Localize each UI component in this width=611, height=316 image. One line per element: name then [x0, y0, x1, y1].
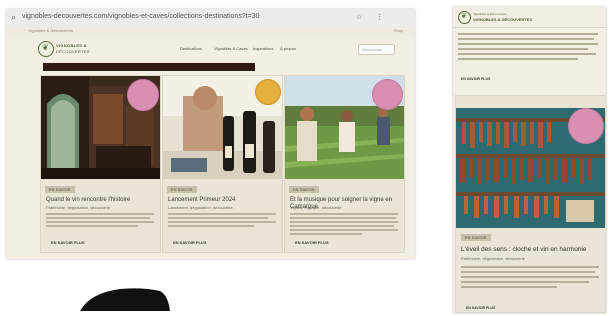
nav-item-vignobles[interactable]: Vignobles & Caves [214, 46, 248, 51]
read-more-button[interactable]: EN SAVOIR PLUS [295, 240, 329, 245]
search-placeholder: Rechercher [362, 47, 383, 52]
read-more-button[interactable]: EN SAVOIR PLUS [173, 240, 207, 245]
award-badge [255, 79, 281, 105]
read-more-button[interactable]: EN SAVOIR PLUS [51, 240, 85, 245]
browser-toolbar-icons[interactable]: ☆ ⋮ [356, 13, 389, 21]
mobile-header: ❦ Vignobles & Découvertes VIGNOBLES & DÉ… [453, 7, 606, 28]
device-edge [80, 287, 170, 316]
read-more-button[interactable]: EN SAVOIR PLUS [466, 306, 495, 310]
card-image-vineyard [285, 76, 404, 179]
search-icon: ⌕ [11, 12, 17, 22]
card-title[interactable]: L'éveil des sens : cloche et vin en harm… [461, 246, 601, 253]
award-badge [127, 79, 159, 111]
card-image-tasting [163, 76, 282, 179]
article-card[interactable]: EN SAVOIR Lancement Primeur 2024 Lanceme… [162, 75, 283, 253]
nav-item-a-propos[interactable]: À propos [280, 46, 296, 51]
top-strip-text: Vignobles & Découvertes [28, 28, 73, 33]
top-strip: Vignobles & Découvertes Shop [6, 27, 415, 36]
category-badge: EN SAVOIR [289, 186, 319, 193]
leaf-icon: ❦ [461, 13, 467, 20]
card-title[interactable]: Quand le vin rencontre l'histoire [46, 197, 156, 204]
brand-name: VIGNOBLES & DÉCOUVERTES [473, 17, 533, 22]
category-badge: EN SAVOIR [461, 234, 491, 241]
read-more-button[interactable]: EN SAVOIR PLUS [461, 77, 490, 81]
logo[interactable]: ❦ [38, 41, 54, 57]
logo-title: VIGNOBLES & [56, 43, 87, 48]
nav-item-inspirations[interactable]: Inspirations [253, 46, 273, 51]
category-badge: EN SAVOIR [167, 186, 197, 193]
nav-item-destinations[interactable]: Destinations [180, 46, 202, 51]
article-card[interactable]: EN SAVOIR L'éveil des sens : cloche et v… [455, 95, 606, 313]
hero-image-strip [43, 63, 255, 71]
card-image-bells [456, 96, 605, 228]
browser-url-bar[interactable]: ⌕ vignobles-decouvertes.com/vignobles-et… [6, 9, 415, 28]
mobile-screenshot: ❦ Vignobles & Découvertes VIGNOBLES & DÉ… [453, 7, 606, 313]
category-badge: EN SAVOIR [45, 186, 75, 193]
card-meta: Patrimoine, dégustation, découverte [46, 205, 111, 210]
article-card[interactable]: EN SAVOIR Et la musique pour soigner la … [284, 75, 405, 253]
article-card[interactable]: EN SAVOIR Quand le vin rencontre l'histo… [40, 75, 161, 253]
award-badge [568, 108, 604, 144]
brand-tagline: Vignobles & Découvertes [473, 12, 507, 16]
award-badge [372, 79, 403, 110]
search-input[interactable]: Rechercher [358, 44, 395, 55]
url-text[interactable]: vignobles-decouvertes.com/vignobles-et-c… [22, 13, 260, 20]
card-meta: Patrimoine, dégustation, découverte [461, 256, 526, 261]
desktop-screenshot: ⌕ vignobles-decouvertes.com/vignobles-et… [6, 9, 415, 259]
card-image-cellar [41, 76, 160, 179]
card-meta: Lancement, dégustation, découverte [168, 205, 233, 210]
leaf-icon: ❦ [42, 43, 49, 52]
site-header: ❦ VIGNOBLES & DÉCOUVERTES Destinations V… [28, 36, 398, 63]
logo-subtitle: DÉCOUVERTES [56, 49, 90, 54]
card-meta: Vignes, musique, découverte [290, 205, 342, 210]
shop-link[interactable]: Shop [394, 28, 403, 33]
logo[interactable]: ❦ [458, 11, 471, 24]
card-title[interactable]: Lancement Primeur 2024 [168, 197, 278, 204]
